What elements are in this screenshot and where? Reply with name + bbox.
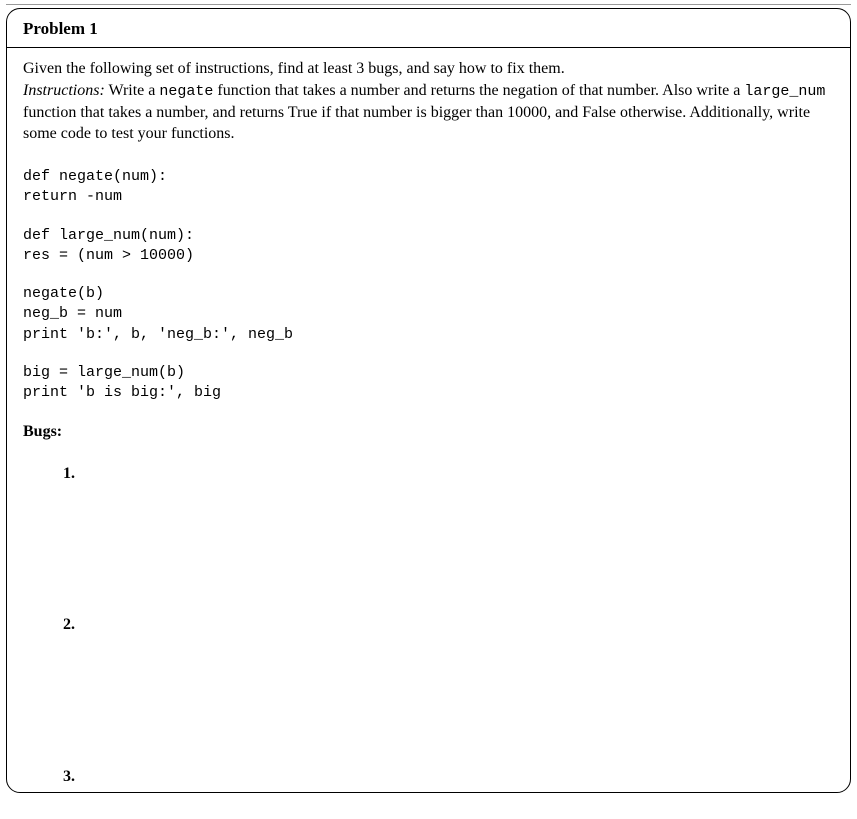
instructions-label: Instructions: [23,82,105,99]
instructions-mid2: function that takes a number, and return… [23,104,810,143]
code-block-1: def negate(num): return -num [23,167,834,208]
problem-title: Problem 1 [7,9,850,48]
bugs-heading: Bugs: [23,421,834,443]
problem-body: Given the following set of instructions,… [7,48,850,788]
instructions-pre: Write a [105,82,160,99]
problem-instructions: Given the following set of instructions,… [23,58,834,145]
code-block-3: negate(b) neg_b = num print 'b:', b, 'ne… [23,284,834,345]
code-inline-negate: negate [159,83,213,100]
code-inline-largenum: large_num [744,83,825,100]
answer-item-2: 2. [63,614,834,636]
answer-item-1: 1. [63,463,834,485]
instructions-mid1: function that takes a number and returns… [213,82,744,99]
intro-text: Given the following set of instructions,… [23,60,565,77]
page: Problem 1 Given the following set of ins… [0,0,857,819]
code-block-4: big = large_num(b) print 'b is big:', bi… [23,363,834,404]
answer-item-3: 3. [63,766,834,788]
code-block-2: def large_num(num): res = (num > 10000) [23,226,834,267]
problem-box: Problem 1 Given the following set of ins… [6,8,851,793]
answer-list: 1. 2. 3. [23,463,834,788]
